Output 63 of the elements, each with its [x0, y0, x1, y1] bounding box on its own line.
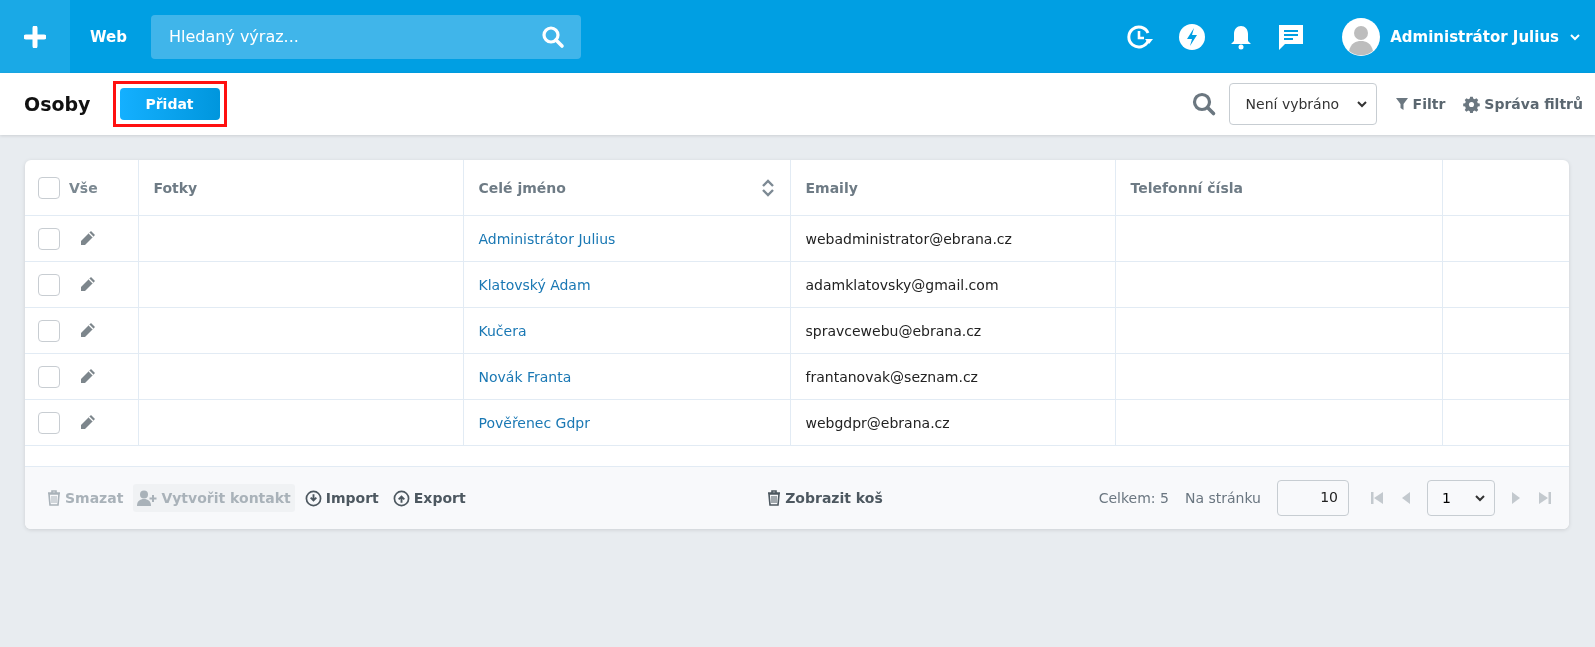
user-menu[interactable]: Administrátor Julius	[1342, 17, 1581, 56]
person-link[interactable]: Novák Franta	[478, 368, 572, 385]
add-person-icon	[137, 490, 158, 506]
upload-icon	[392, 489, 410, 507]
first-page-icon[interactable]	[1369, 490, 1385, 506]
action-label: Import	[325, 490, 379, 506]
row-checkbox[interactable]	[38, 365, 60, 388]
row-checkbox[interactable]	[38, 411, 60, 434]
email-text: webadministrator@ebrana.cz	[805, 230, 1012, 247]
search-icon[interactable]	[540, 24, 565, 49]
row-checkbox[interactable]	[38, 227, 60, 250]
sort-icon[interactable]	[760, 177, 775, 198]
chevron-icon	[1474, 494, 1486, 502]
column-header[interactable]: Emaily	[805, 179, 1100, 196]
search-field[interactable]: Hledaný výraz...	[150, 14, 581, 59]
person-link[interactable]: Kučera	[478, 322, 527, 339]
manage-filters-link[interactable]: Správa filtrů	[1463, 95, 1583, 113]
per-page-field[interactable]: 10	[1277, 480, 1349, 516]
section-link[interactable]: Web	[90, 27, 127, 46]
column-header[interactable]: Telefonní čísla	[1130, 179, 1427, 196]
chat-icon[interactable]	[1277, 22, 1306, 51]
page-select[interactable]: 1	[1427, 480, 1495, 516]
gear-icon	[1463, 95, 1481, 113]
column-header[interactable]: Fotky	[153, 179, 448, 196]
download-icon	[304, 489, 322, 507]
lightning-icon[interactable]	[1179, 23, 1206, 50]
row-checkbox[interactable]	[38, 273, 60, 296]
email-text: webgdpr@ebrana.cz	[805, 414, 950, 431]
export-action-button[interactable]: Export	[388, 483, 470, 513]
history-icon[interactable]	[1126, 22, 1155, 51]
import-action-button[interactable]: Import	[300, 483, 383, 513]
email-text: spravcewebu@ebrana.cz	[805, 322, 982, 339]
per-page-label: Na stránku	[1184, 490, 1261, 506]
column-header[interactable]: Celé jméno	[478, 177, 775, 198]
bell-icon[interactable]	[1230, 23, 1253, 50]
action-label: Smazat	[65, 490, 124, 506]
filter-link[interactable]: Filtr	[1394, 96, 1446, 112]
email-text: frantanovak@seznam.cz	[805, 368, 978, 385]
select-all-label: Vše	[69, 179, 98, 196]
user-name: Administrátor Julius	[1390, 27, 1559, 46]
person-link[interactable]: Administrátor Julius	[478, 230, 616, 247]
trash-icon	[47, 490, 61, 506]
last-page-icon[interactable]	[1537, 490, 1553, 506]
chevron-icon	[1355, 100, 1368, 108]
add-button[interactable]: Přidat	[119, 88, 220, 120]
trash-icon	[767, 490, 782, 506]
search-input[interactable]: Hledaný výraz...	[166, 26, 541, 47]
person-link[interactable]: Pověřenec Gdpr	[478, 414, 590, 431]
action-label: Export	[413, 490, 466, 506]
select-all-checkbox[interactable]	[38, 176, 60, 199]
funnel-icon	[1394, 97, 1409, 111]
page-title: Osoby	[24, 93, 91, 115]
filter-select[interactable]: Není vybráno	[1228, 83, 1377, 125]
row-checkbox[interactable]	[38, 319, 60, 342]
chevron-icon	[1569, 32, 1581, 41]
total-count: Celkem: 5	[1098, 490, 1169, 506]
avatar-icon	[1342, 17, 1381, 56]
show-trash-link[interactable]: Zobrazit koš	[763, 484, 887, 512]
email-text: adamklatovsky@gmail.com	[805, 276, 999, 293]
person-link[interactable]: Klatovský Adam	[478, 276, 591, 293]
add-icon[interactable]	[0, 0, 70, 73]
search-icon[interactable]	[1190, 91, 1217, 117]
action-label: Vytvořit kontakt	[161, 490, 291, 506]
